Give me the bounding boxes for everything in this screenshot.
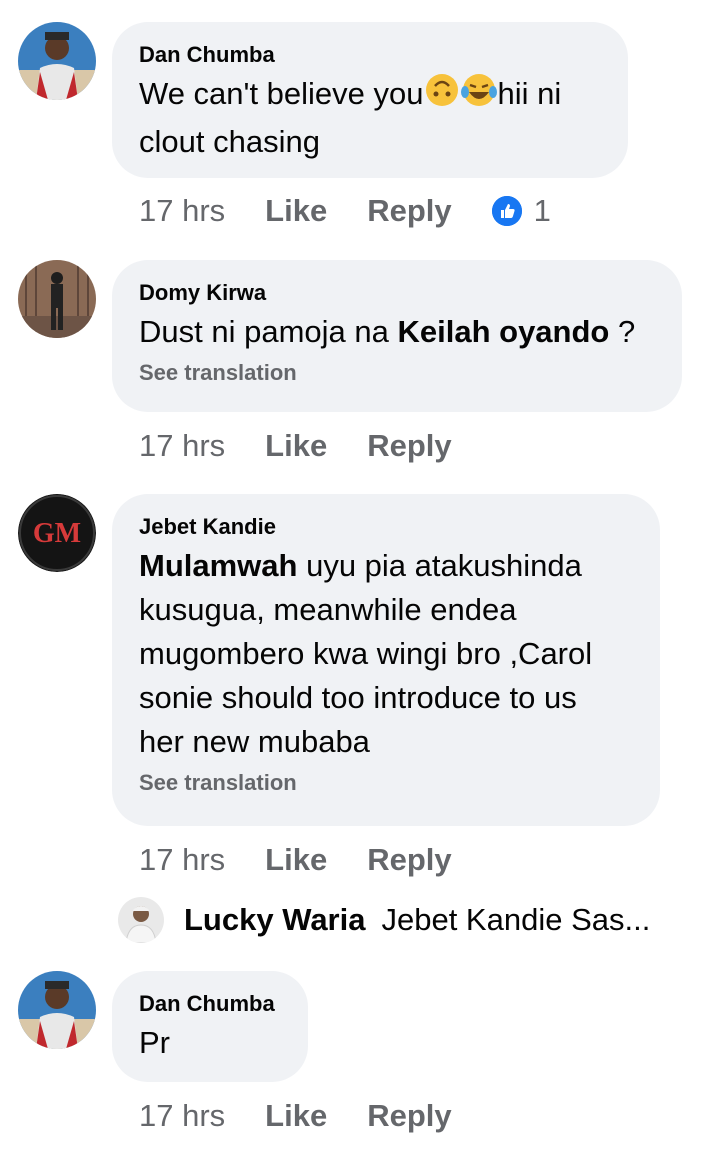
avatar-dan-chumba[interactable] <box>18 22 96 100</box>
reply-button[interactable]: Reply <box>367 193 451 229</box>
comment-bubble: Dan Chumba We can't believe you hii ni cl… <box>112 22 628 178</box>
avatar-dan-chumba[interactable] <box>18 971 96 1049</box>
reply-preview[interactable]: Lucky Waria Jebet Kandie Sas... <box>118 897 650 943</box>
mention-link[interactable]: Keilah oyando <box>397 314 609 349</box>
reaction-summary[interactable]: 1 <box>491 193 551 229</box>
comment-text: Pr <box>139 1025 170 1060</box>
mention-link[interactable]: Mulamwah <box>139 548 297 583</box>
comment-actions: 17 hrs Like Reply <box>139 1098 492 1134</box>
avatar-jebet-kandie[interactable]: GM <box>18 494 96 572</box>
comment-time[interactable]: 17 hrs <box>139 842 225 878</box>
reply-author[interactable]: Lucky Waria <box>184 902 365 938</box>
comment-author[interactable]: Dan Chumba <box>139 991 281 1017</box>
like-button[interactable]: Like <box>265 428 327 464</box>
reply-button[interactable]: Reply <box>367 428 451 464</box>
comment-author[interactable]: Domy Kirwa <box>139 280 655 306</box>
comment-bubble: Jebet Kandie Mulamwah uyu pia atakushind… <box>112 494 660 826</box>
gm-logo-text: GM <box>33 518 81 549</box>
comment-text: Mulamwah uyu pia atakushinda kusugua, me… <box>139 548 593 759</box>
comment-author[interactable]: Dan Chumba <box>139 42 601 68</box>
comment-bubble: Dan Chumba Pr <box>112 971 308 1082</box>
reaction-count: 1 <box>533 193 551 228</box>
upside-down-face-icon <box>424 72 460 120</box>
like-button[interactable]: Like <box>265 193 327 229</box>
comment-time[interactable]: 17 hrs <box>139 193 225 229</box>
like-button[interactable]: Like <box>265 1098 327 1134</box>
comment-author[interactable]: Jebet Kandie <box>139 514 633 540</box>
like-button[interactable]: Like <box>265 842 327 878</box>
reply-snippet: Jebet Kandie Sas... <box>381 902 651 937</box>
comment-time[interactable]: 17 hrs <box>139 428 225 464</box>
comment-actions: 17 hrs Like Reply 1 <box>139 193 551 229</box>
avatar-domy-kirwa[interactable] <box>18 260 96 338</box>
see-translation-link[interactable]: See translation <box>139 360 655 386</box>
reply-button[interactable]: Reply <box>367 842 451 878</box>
comment-actions: 17 hrs Like Reply <box>139 842 492 878</box>
reply-button[interactable]: Reply <box>367 1098 451 1134</box>
comment-bubble: Domy Kirwa Dust ni pamoja na Keilah oyan… <box>112 260 682 412</box>
tears-of-joy-icon <box>460 72 498 120</box>
avatar-lucky-waria <box>118 897 164 943</box>
comment-actions: 17 hrs Like Reply <box>139 428 492 464</box>
comment-text: Dust ni pamoja na Keilah oyando ? <box>139 314 636 349</box>
comment-text: We can't believe you hii ni clout chasing <box>139 72 601 164</box>
comment-time[interactable]: 17 hrs <box>139 1098 225 1134</box>
thumbs-up-icon <box>491 196 522 226</box>
see-translation-link[interactable]: See translation <box>139 770 633 796</box>
